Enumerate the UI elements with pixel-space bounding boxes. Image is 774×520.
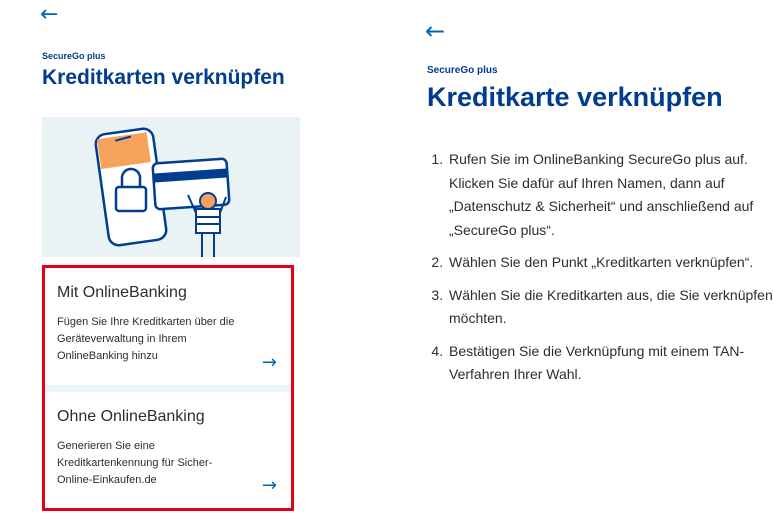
option-with-onlinebanking[interactable]: Mit OnlineBanking Fügen Sie Ihre Kreditk… [45, 268, 291, 385]
brand-label: SecureGo plus [427, 65, 498, 76]
arrow-right-icon[interactable]: → [262, 475, 277, 496]
option-without-onlinebanking[interactable]: Ohne OnlineBanking Generieren Sie eine K… [45, 392, 291, 508]
option-description: Generieren Sie eine Kreditkartenkennung … [57, 440, 213, 486]
step-item: Wählen Sie die Kreditkarten aus, die Sie… [447, 284, 774, 331]
left-screen: ← SecureGo plus Kreditkarten verknüpfen [0, 0, 340, 520]
highlighted-options: Mit OnlineBanking Fügen Sie Ihre Kreditk… [42, 265, 294, 511]
back-arrow-icon[interactable]: ← [425, 19, 445, 43]
phone-card-illustration [94, 127, 231, 257]
step-item: Rufen Sie im OnlineBanking SecureGo plus… [447, 148, 774, 242]
back-arrow-icon[interactable]: ← [40, 4, 58, 26]
arrow-right-icon[interactable]: → [262, 352, 277, 373]
illustration [42, 117, 300, 257]
page-title: Kreditkarte verknüpfen [427, 82, 723, 112]
option-title: Mit OnlineBanking [57, 284, 187, 301]
right-screen: ← SecureGo plus Kreditkarte verknüpfen R… [400, 0, 774, 520]
instruction-steps: Rufen Sie im OnlineBanking SecureGo plus… [425, 148, 774, 396]
brand-label: SecureGo plus [42, 51, 106, 61]
option-title: Ohne OnlineBanking [57, 408, 205, 425]
option-description: Fügen Sie Ihre Kreditkarten über die Ger… [57, 316, 235, 362]
step-item: Bestätigen Sie die Verknüpfung mit einem… [447, 340, 774, 387]
page-title: Kreditkarten verknüpfen [42, 66, 285, 89]
step-item: Wählen Sie den Punkt „Kreditkarten verkn… [447, 251, 774, 275]
